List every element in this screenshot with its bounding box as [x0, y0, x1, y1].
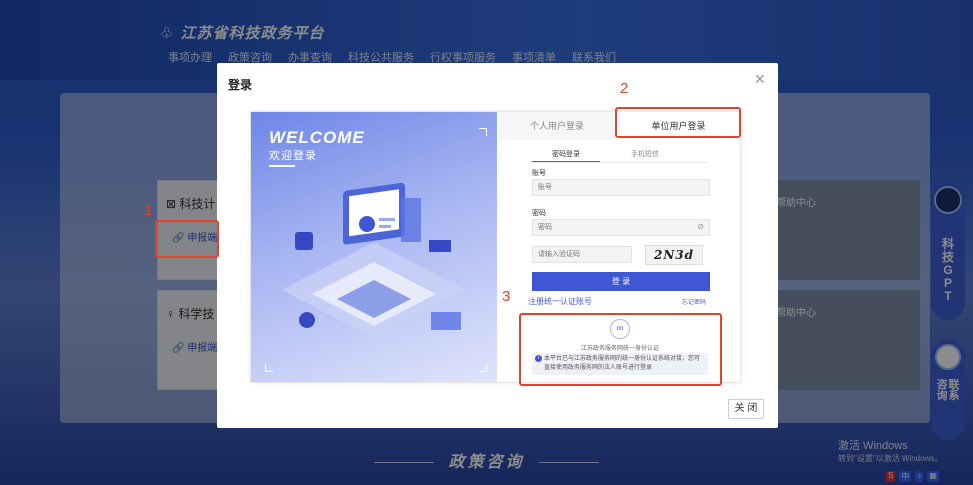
close-button[interactable]: 关 闭: [728, 399, 764, 419]
isometric-illustration: [282, 182, 466, 338]
close-icon[interactable]: ✕: [754, 71, 766, 88]
captcha-image[interactable]: 2N3d: [645, 245, 703, 265]
forgot-password-link[interactable]: 忘记密码: [682, 297, 706, 306]
login-button[interactable]: 登 录: [532, 272, 710, 291]
annotation-number-1: 1: [144, 202, 153, 219]
subtab-sms-login[interactable]: 手机短信: [620, 148, 670, 162]
account-input[interactable]: [532, 179, 710, 196]
subtab-password-login[interactable]: 密码登录: [532, 148, 600, 162]
captcha-input[interactable]: [532, 246, 632, 263]
welcome-panel: WELCOME 欢迎登录: [251, 112, 497, 382]
password-field: ⊘: [532, 219, 710, 236]
subtab-divider: [532, 162, 707, 163]
register-link[interactable]: 注册统一认证账号: [528, 296, 592, 307]
eye-hidden-icon[interactable]: ⊘: [697, 222, 704, 231]
annotation-box-2: [615, 107, 741, 138]
password-label: 密码: [532, 210, 546, 217]
account-label: 账号: [532, 170, 546, 177]
tab-personal-login[interactable]: 个人用户登录: [498, 112, 616, 140]
annotation-box-1: [155, 220, 219, 258]
modal-title: 登录: [228, 78, 253, 92]
annotation-number-3: 3: [502, 288, 511, 305]
annotation-number-2: 2: [620, 80, 629, 97]
annotation-box-3: [519, 313, 722, 386]
password-input[interactable]: [532, 219, 710, 236]
